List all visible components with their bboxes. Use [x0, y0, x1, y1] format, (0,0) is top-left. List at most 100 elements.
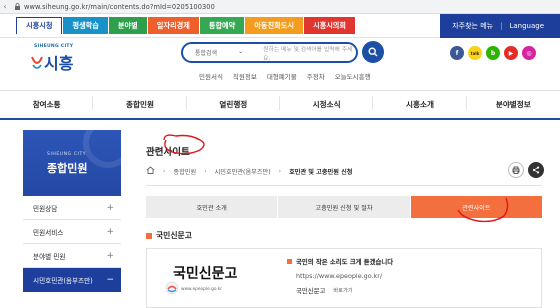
search-icon — [368, 47, 378, 57]
section-title-text: 국민신문고 — [156, 231, 192, 240]
gnb-item[interactable]: 시흥소개 — [373, 96, 467, 110]
logo-swoosh-icon — [31, 56, 43, 69]
url-text[interactable]: www.siheung.go.kr/main/contents.do?mId=0… — [24, 3, 215, 11]
search-scope-select[interactable]: 통합검색 ⌄ — [195, 48, 243, 57]
sidebar-item[interactable]: 분야별 민원 + — [23, 244, 121, 268]
divider — [146, 185, 542, 186]
section-marker — [146, 232, 152, 239]
site-headline-text: 국민의 작은 소리도 크게 듣겠습니다 — [296, 258, 394, 266]
site-name: 국민신문고 — [296, 287, 326, 295]
share-button[interactable] — [528, 162, 544, 178]
search-box[interactable]: 통합검색 ⌄ 원하는 메뉴 및 검색어를 입력해 주세요. — [181, 42, 358, 63]
search-button[interactable] — [362, 41, 384, 63]
shortcut-link[interactable]: 바로가기 — [333, 287, 352, 294]
facebook-icon[interactable]: f — [450, 46, 464, 60]
search-input[interactable]: 원하는 메뉴 및 검색어를 입력해 주세요. — [263, 44, 356, 62]
browser-address-bar[interactable]: ‹ www.siheung.go.kr/main/contents.do?mId… — [0, 0, 560, 14]
gnb-item[interactable]: 종합민원 — [93, 96, 187, 110]
quick-link[interactable]: 오늘도시흥행 — [335, 71, 371, 81]
epeople-logo-text: 국민신문고 — [173, 266, 238, 282]
share-icon — [532, 166, 540, 174]
epeople-emblem-icon — [165, 281, 179, 295]
site-shortcut-row: 국민신문고 바로가기 — [296, 286, 393, 295]
sidebar-item-label: 민원상담 — [33, 204, 58, 213]
chevron-down-icon: ⌄ — [238, 48, 244, 55]
site-header: SIHEUNG CITY 시흥 통합검색 ⌄ 원하는 메뉴 및 검색어를 입력해… — [0, 38, 560, 90]
sidebar-item-label: 시민호민관(옴부즈만) — [33, 277, 93, 285]
content-tab[interactable]: 호민관 소개 — [146, 196, 278, 218]
decorative-ring — [83, 130, 121, 168]
section-title: 국민신문고 — [146, 230, 192, 241]
site-tab[interactable]: 시흥시청 — [16, 17, 63, 34]
minus-icon: − — [106, 275, 114, 285]
chevron-right-icon: › — [163, 167, 166, 175]
sidebar-item-label: 민원서비스 — [33, 228, 64, 237]
site-info-icon[interactable] — [12, 3, 22, 11]
breadcrumb-item[interactable]: 종합민원 — [173, 167, 196, 176]
back-arrow-icon[interactable]: ‹ — [0, 2, 10, 11]
gnb-item[interactable]: 열린행정 — [187, 96, 280, 110]
home-icon[interactable] — [146, 166, 155, 176]
print-button[interactable] — [508, 162, 524, 178]
quick-link[interactable]: 민원서식 — [199, 71, 223, 81]
sidebar-title: 종합민원 — [47, 162, 88, 175]
content-tab[interactable]: 관련사이트 — [410, 196, 542, 218]
gnb-item-label: 종합민원 — [126, 100, 154, 109]
gnb-item-label: 분야별정보 — [495, 100, 531, 109]
blog-icon[interactable]: b — [486, 46, 500, 60]
gnb-item-label: 시정소식 — [312, 100, 341, 109]
breadcrumb: › 종합민원 › 시민호민관(옴부즈만) › 호민관 및 고충민원 신청 — [146, 164, 542, 178]
site-tab-bar: 시흥시청 평생학습 분야별 일자리경제 통합예약 아동친화도시 시흥시의회 자주찾는 메뉴 … — [0, 14, 560, 38]
quick-link[interactable]: 대형폐기물 — [267, 71, 297, 81]
left-sidebar: SIHEUNG CITY 종합민원 민원상담 + 민원서비스 + 분야별 민원 + 시민호민… — [23, 130, 121, 292]
gnb-item-label: 참여소통 — [32, 100, 61, 109]
site-tab[interactable]: 아동친화도시 — [245, 17, 303, 34]
site-url-link[interactable]: https://www.epeople.go.kr/ — [296, 272, 382, 280]
content-tab[interactable]: 고충민원 신청 및 절차 — [278, 196, 410, 218]
kakao-icon[interactable]: talk — [468, 46, 482, 60]
quick-link[interactable]: 주정차 — [307, 71, 325, 81]
gnb-item[interactable]: 분야별정보 — [467, 99, 560, 110]
epeople-logo[interactable]: 국민신문고 www.epeople.go.kr — [165, 261, 265, 305]
quick-links: 민원서식 직원정보 대형폐기물 주정차 오늘도시흥행 — [199, 71, 381, 81]
gnb-item[interactable]: 참여소통 — [0, 96, 94, 110]
breadcrumb-item: 호민관 및 고충민원 신청 — [289, 168, 353, 176]
sidebar-item[interactable]: 민원서비스 + — [23, 220, 121, 244]
bullet-icon — [287, 259, 292, 264]
freq-menu-link[interactable]: 자주찾는 메뉴 — [452, 21, 493, 31]
site-link-row: https://www.epeople.go.kr/ — [296, 272, 393, 280]
gnb-item-label: 열린행정 — [219, 100, 248, 109]
site-tab[interactable]: 시흥시의회 — [303, 17, 356, 34]
epeople-logo-url: www.epeople.go.kr — [181, 287, 222, 292]
language-link[interactable]: Language — [509, 22, 544, 30]
divider: | — [500, 21, 503, 30]
print-icon — [512, 166, 520, 174]
site-tab[interactable]: 통합예약 — [199, 17, 245, 34]
siheung-logo[interactable]: SIHEUNG CITY 시흥 — [30, 44, 80, 76]
site-tab[interactable]: 분야별 — [108, 17, 147, 34]
site-tab[interactable]: 일자리경제 — [147, 17, 199, 34]
breadcrumb-item[interactable]: 시민호민관(옴부즈만) — [215, 167, 271, 176]
youtube-icon[interactable]: ▶ — [504, 46, 518, 60]
sidebar-item[interactable]: 민원상담 + — [23, 196, 121, 220]
content-tabs: 호민관 소개 고충민원 신청 및 절차 관련사이트 — [146, 196, 542, 218]
sidebar-item[interactable]: 시민호민관(옴부즈만) − — [23, 268, 121, 292]
chevron-right-icon: › — [204, 167, 207, 175]
site-headline: 국민의 작은 소리도 크게 듣겠습니다 — [287, 257, 393, 266]
search-scope-value: 통합검색 — [195, 50, 218, 57]
sidebar-menu: 민원상담 + 민원서비스 + 분야별 민원 + 시민호민관(옴부즈만) − — [23, 196, 121, 292]
site-tab[interactable]: 평생학습 — [63, 17, 108, 34]
instagram-icon[interactable]: ◎ — [522, 46, 536, 60]
social-links: f talk b ▶ ◎ — [450, 46, 540, 60]
gnb-item[interactable]: 시정소식 — [280, 96, 374, 110]
logo-text: 시흥 — [44, 54, 74, 73]
main-navigation: 참여소통 종합민원 열린행정 시정소식 시흥소개 분야별정보 — [0, 90, 560, 120]
page-title-text: 관련사이트 — [146, 147, 190, 158]
sidebar-item-label: 분야별 민원 — [33, 252, 66, 261]
gnb-item-label: 시흥소개 — [406, 100, 434, 109]
quick-link[interactable]: 직원정보 — [233, 71, 257, 81]
page-tools — [504, 162, 544, 178]
sidebar-header: SIHEUNG CITY 종합민원 — [23, 130, 121, 196]
plus-icon: + — [106, 250, 114, 261]
site-tabs: 시흥시청 평생학습 분야별 일자리경제 통합예약 아동친화도시 시흥시의회 — [16, 17, 356, 34]
